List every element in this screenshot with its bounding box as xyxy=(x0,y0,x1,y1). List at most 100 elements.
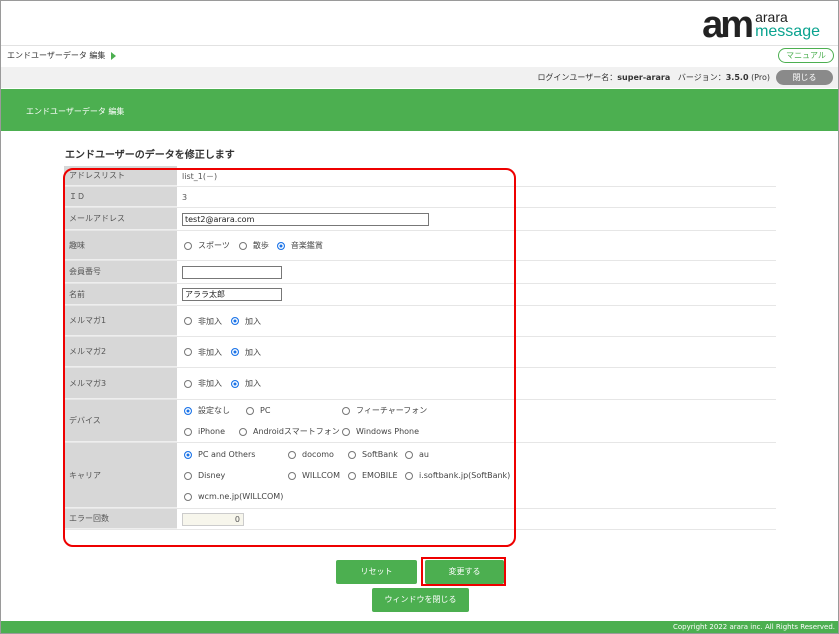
close-window-button[interactable]: ウィンドウを閉じる xyxy=(372,588,469,612)
logo-text: arara message xyxy=(755,10,820,40)
login-prefix: ログインユーザー名： xyxy=(537,73,618,82)
radio-selected-icon[interactable] xyxy=(276,241,285,250)
radio-icon[interactable] xyxy=(348,450,356,459)
carrier-option-softbank[interactable]: SoftBank xyxy=(348,450,405,459)
radio-selected-icon[interactable] xyxy=(184,450,192,459)
value-mag3-cell: 非加入 加入 xyxy=(177,368,776,399)
close-button[interactable]: 閉じる xyxy=(776,70,833,85)
mag3-option-yes[interactable]: 加入 xyxy=(231,378,261,389)
radio-selected-icon[interactable] xyxy=(231,317,239,325)
member-no-input[interactable] xyxy=(182,265,282,279)
change-button[interactable]: 変更する xyxy=(425,560,504,584)
row-email: メールアドレス test2@arara.com xyxy=(64,208,776,231)
carrier-option-pc-others[interactable]: PC and Others xyxy=(184,450,288,459)
radio-icon[interactable] xyxy=(288,471,296,480)
device-line-2: iPhone Androidスマートフォン Windows Phone xyxy=(184,421,427,442)
mag3-option-no[interactable]: 非加入 xyxy=(184,378,222,389)
value-member-no-cell xyxy=(177,261,776,283)
radio-icon[interactable] xyxy=(288,450,296,459)
radio-icon[interactable] xyxy=(184,241,192,250)
carrier-option-wcm[interactable]: wcm.ne.jp(WILLCOM) xyxy=(184,492,283,501)
radio-icon[interactable] xyxy=(348,471,356,480)
radio-icon[interactable] xyxy=(238,241,247,250)
row-hobby: 趣味 スポーツ 散歩 音楽鑑賞 xyxy=(64,231,776,261)
radio-selected-icon[interactable] xyxy=(231,348,239,356)
carrier-line-1: PC and Others docomo SoftBank au xyxy=(184,444,510,465)
mag1-option-no[interactable]: 非加入 xyxy=(184,316,222,327)
device-option-iphone[interactable]: iPhone xyxy=(184,427,239,436)
label-mag3: メルマガ3 xyxy=(64,368,177,399)
device-option-windows-phone[interactable]: Windows Phone xyxy=(342,427,419,436)
app-window: am arara message エンドユーザーデータ 編集 マニュアル ログイ… xyxy=(0,0,839,634)
user-edit-form: アドレスリスト list_1(－) ＩＤ 3 メールアドレス test2@ara… xyxy=(64,166,776,530)
reset-button[interactable]: リセット xyxy=(336,560,417,584)
row-mag3: メルマガ3 非加入 加入 xyxy=(64,368,776,400)
value-name-cell: アララ太郎 xyxy=(177,284,776,305)
logo-line2: message xyxy=(755,23,820,40)
label-address-list: アドレスリスト xyxy=(64,166,177,186)
logo-line1: arara xyxy=(755,9,788,25)
row-mag1: メルマガ1 非加入 加入 xyxy=(64,306,776,337)
value-mag2-cell: 非加入 加入 xyxy=(177,337,776,367)
row-address-list: アドレスリスト list_1(－) xyxy=(64,166,776,187)
mag1-option-yes[interactable]: 加入 xyxy=(231,316,261,327)
radio-selected-icon[interactable] xyxy=(231,379,239,388)
mag2-option-yes[interactable]: 加入 xyxy=(231,347,261,358)
value-error-count-cell: 0 xyxy=(177,509,776,529)
radio-icon[interactable] xyxy=(184,427,192,436)
device-option-android[interactable]: Androidスマートフォン xyxy=(239,426,342,437)
device-option-pc[interactable]: PC xyxy=(246,406,342,415)
carrier-line-2: Disney WILLCOM EMOBILE i.softbank.jp(Sof… xyxy=(184,465,510,486)
value-email-cell: test2@arara.com xyxy=(177,208,776,230)
footer: Copyright 2022 arara inc. All Rights Res… xyxy=(1,621,838,633)
radio-icon[interactable] xyxy=(184,492,192,501)
value-mag1-cell: 非加入 加入 xyxy=(177,306,776,336)
name-input[interactable]: アララ太郎 xyxy=(182,288,282,301)
radio-icon[interactable] xyxy=(184,317,192,325)
device-option-feature-phone[interactable]: フィーチャーフォン xyxy=(342,405,427,416)
radio-icon[interactable] xyxy=(246,406,254,415)
radio-icon[interactable] xyxy=(239,427,247,436)
row-mag2: メルマガ2 非加入 加入 xyxy=(64,337,776,368)
mag2-option-no[interactable]: 非加入 xyxy=(184,347,222,358)
login-user: super-arara xyxy=(617,73,671,82)
manual-button[interactable]: マニュアル xyxy=(778,48,834,63)
hobby-option-music[interactable]: 音楽鑑賞 xyxy=(276,240,323,251)
hobby-option-walk[interactable]: 散歩 xyxy=(238,240,269,251)
radio-icon[interactable] xyxy=(342,427,350,436)
device-option-none[interactable]: 設定なし xyxy=(184,405,246,416)
carrier-option-disney[interactable]: Disney xyxy=(184,471,288,480)
carrier-option-au[interactable]: au xyxy=(405,450,429,459)
device-line-1: 設定なし PC フィーチャーフォン xyxy=(184,400,427,421)
radio-icon[interactable] xyxy=(405,471,413,480)
email-input[interactable]: test2@arara.com xyxy=(182,212,429,226)
breadcrumb-bar: エンドユーザーデータ 編集 マニュアル xyxy=(1,45,838,67)
carrier-options: PC and Others docomo SoftBank au Disney … xyxy=(184,444,510,507)
carrier-line-3: wcm.ne.jp(WILLCOM) xyxy=(184,486,510,507)
breadcrumb-arrow-icon xyxy=(111,51,117,60)
label-name: 名前 xyxy=(64,284,177,305)
radio-icon[interactable] xyxy=(184,379,192,388)
version-edition: (Pro) xyxy=(751,73,770,82)
page-title-bar: エンドユーザーデータ 編集 xyxy=(1,89,838,131)
radio-icon[interactable] xyxy=(342,406,350,415)
row-name: 名前 アララ太郎 xyxy=(64,284,776,306)
label-carrier: キャリア xyxy=(64,443,177,508)
carrier-option-i-softbank[interactable]: i.softbank.jp(SoftBank) xyxy=(405,471,510,480)
radio-icon[interactable] xyxy=(184,471,192,480)
hobby-option-sports[interactable]: スポーツ xyxy=(184,240,230,251)
label-email: メールアドレス xyxy=(64,208,177,230)
radio-icon[interactable] xyxy=(405,450,413,459)
section-title: エンドユーザーのデータを修正します xyxy=(65,150,235,161)
label-member-no: 会員番号 xyxy=(64,261,177,283)
carrier-option-docomo[interactable]: docomo xyxy=(288,450,348,459)
carrier-option-willcom[interactable]: WILLCOM xyxy=(288,471,348,480)
carrier-option-emobile[interactable]: EMOBILE xyxy=(348,471,405,480)
error-count-input: 0 xyxy=(182,512,244,526)
device-options: 設定なし PC フィーチャーフォン iPhone Androidスマートフォン … xyxy=(184,400,427,442)
value-address-list: list_1(－) xyxy=(177,166,776,186)
radio-icon[interactable] xyxy=(184,348,192,356)
radio-selected-icon[interactable] xyxy=(184,406,192,415)
label-id: ＩＤ xyxy=(64,187,177,207)
label-device: デバイス xyxy=(64,400,177,442)
